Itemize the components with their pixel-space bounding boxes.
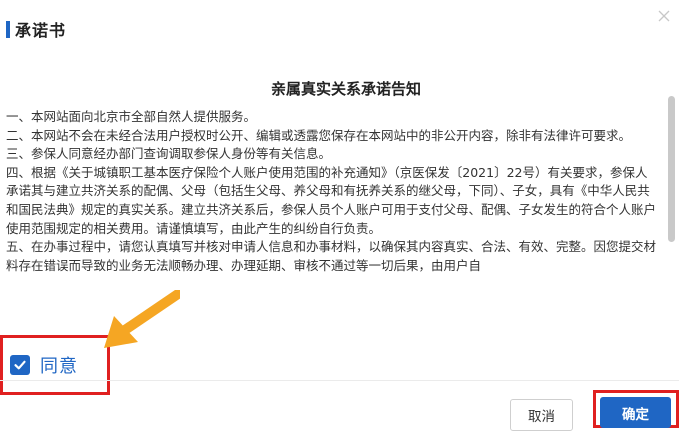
confirm-button[interactable]: 确定 <box>600 397 671 428</box>
notice-paragraph-3: 三、参保人同意经办部门查询调取参保人身份等有关信息。 <box>6 146 332 162</box>
dialog-header: 承诺书 <box>6 18 66 40</box>
close-icon[interactable] <box>657 8 671 22</box>
footer-divider <box>0 380 679 381</box>
agree-label[interactable]: 同意 <box>40 352 78 378</box>
notice-title: 亲属真实关系承诺告知 <box>270 80 421 98</box>
cancel-button[interactable]: 取消 <box>510 399 573 431</box>
title-accent-bar <box>6 20 10 38</box>
arrow-annotation-icon <box>104 290 180 348</box>
checkmark-icon <box>14 360 26 370</box>
notice-body: 一、本网站面向北京市全部自然人提供服务。 二、本网站不会在未经合法用户授权时公开… <box>0 108 664 275</box>
dialog-title: 承诺书 <box>15 21 67 40</box>
agree-checkbox-row[interactable]: 同意 <box>10 352 78 378</box>
scrollbar-thumb[interactable] <box>668 96 675 242</box>
notice-paragraph-2: 二、本网站不会在未经合法用户授权时公开、编辑或透露您保存在本网站中的非公开内容，… <box>6 127 632 143</box>
commitment-dialog: 承诺书 亲属真实关系承诺告知 一、本网站面向北京市全部自然人提供服务。 二、本网… <box>0 0 679 431</box>
notice-paragraph-4: 四、根据《关于城镇职工基本医疗保险个人账户使用范围的补充通知》（京医保发〔202… <box>6 164 657 236</box>
scrollbar[interactable] <box>668 96 675 336</box>
notice-paragraph-5: 五、在办事过程中，请您认真填写并核对申请人信息和办事材料，以确保其内容真实、合法… <box>6 239 657 273</box>
agree-checkbox[interactable] <box>10 355 30 375</box>
notice-paragraph-1: 一、本网站面向北京市全部自然人提供服务。 <box>6 109 257 124</box>
